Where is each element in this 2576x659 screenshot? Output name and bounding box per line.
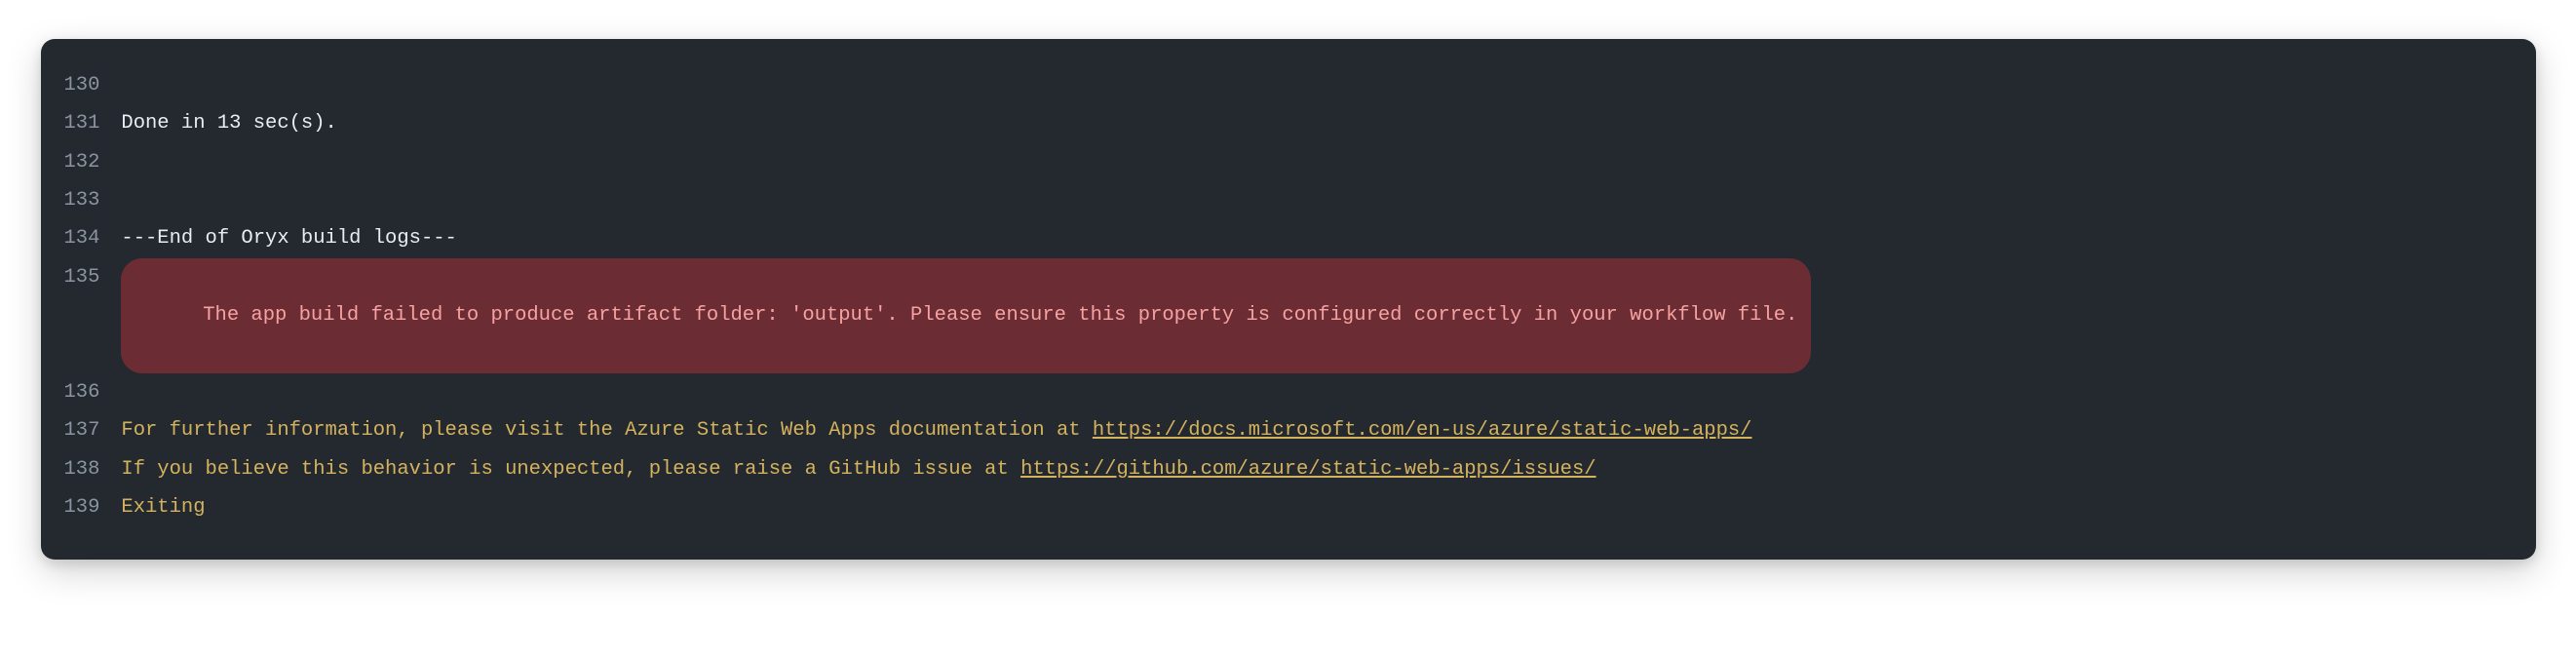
log-line: 133 bbox=[64, 181, 2499, 219]
log-line-error: 135 The app build failed to produce arti… bbox=[64, 258, 2499, 373]
log-line: 130 bbox=[64, 66, 2499, 104]
log-text: Done in 13 sec(s). bbox=[121, 104, 2498, 142]
issues-link[interactable]: https://github.com/azure/static-web-apps… bbox=[1020, 458, 1596, 481]
line-number: 137 bbox=[64, 411, 122, 449]
log-text-info: Exiting bbox=[121, 488, 2498, 526]
log-text-error: The app build failed to produce artifact… bbox=[203, 304, 1797, 327]
log-text-info: If you believe this behavior is unexpect… bbox=[121, 450, 2498, 488]
log-line: 138 If you believe this behavior is unex… bbox=[64, 450, 2499, 488]
line-number: 132 bbox=[64, 143, 122, 181]
log-line: 134 ---End of Oryx build logs--- bbox=[64, 219, 2499, 257]
line-number: 135 bbox=[64, 258, 122, 296]
log-text-prefix: If you believe this behavior is unexpect… bbox=[121, 458, 1020, 481]
build-log-panel: 130 131 Done in 13 sec(s). 132 133 134 -… bbox=[41, 39, 2536, 560]
log-line: 132 bbox=[64, 143, 2499, 181]
error-highlight: The app build failed to produce artifact… bbox=[121, 258, 1811, 373]
log-line: 136 bbox=[64, 373, 2499, 411]
line-number: 131 bbox=[64, 104, 122, 142]
line-number: 139 bbox=[64, 488, 122, 526]
line-number: 130 bbox=[64, 66, 122, 104]
log-text: ---End of Oryx build logs--- bbox=[121, 219, 2498, 257]
log-text-prefix: For further information, please visit th… bbox=[121, 419, 1092, 442]
docs-link[interactable]: https://docs.microsoft.com/en-us/azure/s… bbox=[1093, 419, 1752, 442]
log-text-info: For further information, please visit th… bbox=[121, 411, 2498, 449]
line-number: 134 bbox=[64, 219, 122, 257]
line-number: 138 bbox=[64, 450, 122, 488]
line-number: 133 bbox=[64, 181, 122, 219]
log-line: 131 Done in 13 sec(s). bbox=[64, 104, 2499, 142]
line-number: 136 bbox=[64, 373, 122, 411]
log-line: 139 Exiting bbox=[64, 488, 2499, 526]
log-line: 137 For further information, please visi… bbox=[64, 411, 2499, 449]
